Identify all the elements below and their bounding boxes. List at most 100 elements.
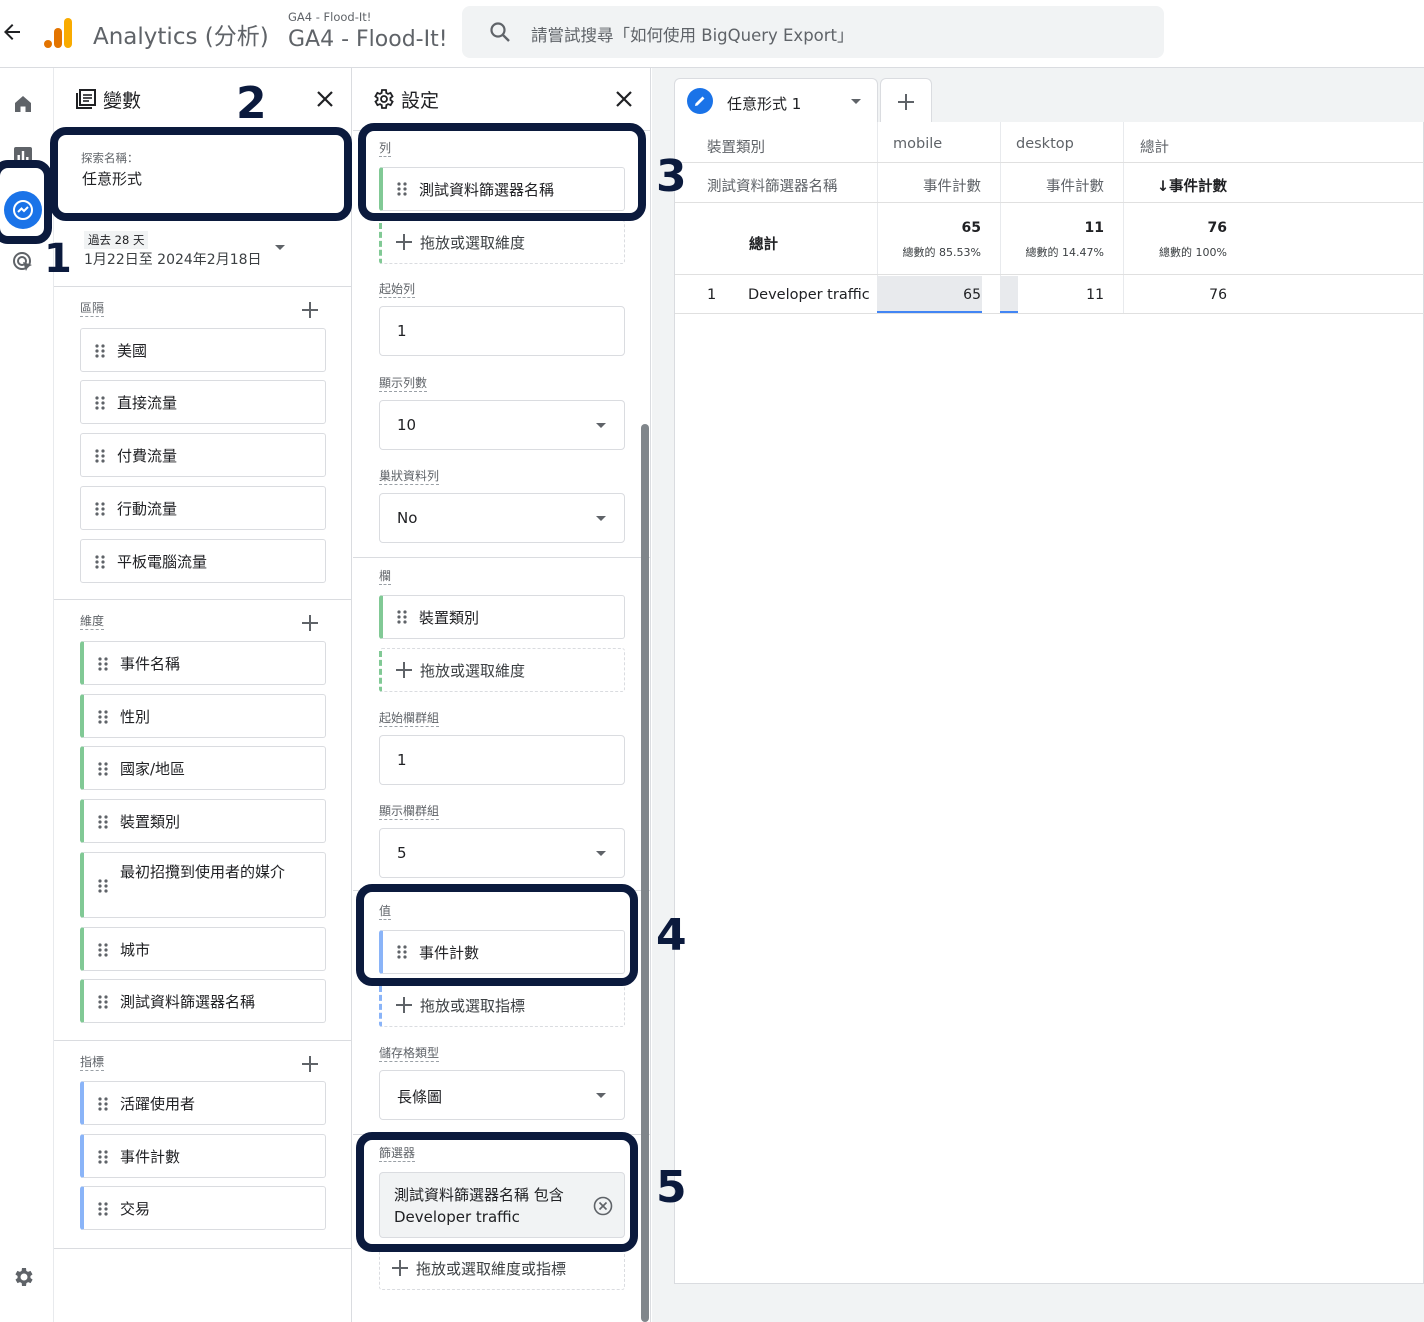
- settings-icon[interactable]: [11, 1265, 35, 1289]
- app-title[interactable]: Analytics (分析): [93, 17, 269, 51]
- segment-chip[interactable]: 直接流量: [80, 380, 326, 424]
- tab-technique-button[interactable]: [687, 88, 713, 114]
- drag-handle-icon[interactable]: [98, 815, 108, 829]
- close-icon[interactable]: [313, 87, 337, 111]
- filters-drop-zone[interactable]: 拖放或選取維度或指標: [379, 1246, 625, 1290]
- column-header-mobile[interactable]: mobile: [893, 136, 942, 152]
- chip-label: 測試資料篩選器名稱: [120, 993, 256, 1011]
- analytics-logo-icon[interactable]: [42, 16, 76, 50]
- metric-chip[interactable]: 事件計數: [80, 1134, 326, 1178]
- remove-filter-icon[interactable]: [592, 1195, 614, 1217]
- metrics-label: 指標: [80, 1055, 105, 1071]
- dimension-chip[interactable]: 事件名稱: [80, 641, 326, 685]
- dimension-chip[interactable]: 國家/地區: [80, 746, 326, 790]
- add-metric-icon[interactable]: [301, 1055, 319, 1073]
- show-col-groups-select[interactable]: 5: [379, 828, 625, 878]
- drag-handle-icon[interactable]: [98, 1202, 108, 1216]
- drag-handle-icon[interactable]: [98, 1097, 108, 1111]
- segment-chip[interactable]: 付費流量: [80, 433, 326, 477]
- variables-icon: [76, 89, 96, 109]
- filter-chip[interactable]: 測試資料篩選器名稱 包含 Developer traffic: [379, 1172, 625, 1238]
- drag-handle-icon[interactable]: [95, 449, 105, 463]
- drag-handle-icon[interactable]: [95, 502, 105, 516]
- row-dimension-header[interactable]: 測試資料篩選器名稱: [707, 175, 838, 196]
- explore-nav-button[interactable]: [4, 191, 42, 229]
- reports-icon[interactable]: [11, 144, 35, 168]
- columns-drop-zone[interactable]: 拖放或選取維度: [379, 648, 625, 692]
- metric-header[interactable]: 事件計數: [1046, 175, 1104, 196]
- column-header-total[interactable]: 總計: [1140, 136, 1169, 157]
- advertising-icon[interactable]: [11, 250, 35, 274]
- start-col-group-label: 起始欄群組: [379, 711, 440, 727]
- columns-dimension-chip[interactable]: 裝置類別: [379, 595, 625, 639]
- metric-header[interactable]: 事件計數: [923, 175, 981, 196]
- dimension-chip[interactable]: 性別: [80, 694, 326, 738]
- dimension-chip[interactable]: 裝置類別: [80, 799, 326, 843]
- cell-value: 65: [963, 287, 981, 303]
- rows-drop-zone[interactable]: 拖放或選取維度: [379, 220, 625, 264]
- metric-chip[interactable]: 活躍使用者: [80, 1081, 326, 1125]
- chevron-down-icon[interactable]: [851, 99, 861, 104]
- divider: [54, 1040, 352, 1041]
- row-divider: [675, 313, 1424, 314]
- divider: [353, 890, 651, 891]
- drag-handle-icon[interactable]: [95, 555, 105, 569]
- account-breadcrumb[interactable]: GA4 - Flood-It!: [288, 10, 371, 24]
- add-tab-button[interactable]: [880, 78, 932, 124]
- column-dimension-header[interactable]: 裝置類別: [707, 136, 765, 157]
- property-selector[interactable]: GA4 - Flood-It!: [288, 27, 448, 52]
- drag-handle-icon[interactable]: [98, 879, 108, 893]
- chip-label: 裝置類別: [419, 609, 480, 627]
- drag-handle-icon[interactable]: [95, 396, 105, 410]
- tab-freeform-1[interactable]: 任意形式 1: [674, 78, 878, 124]
- segment-chip[interactable]: 平板電腦流量: [80, 539, 326, 583]
- segment-chip[interactable]: 美國: [80, 328, 326, 372]
- start-row-input[interactable]: 1: [379, 306, 625, 356]
- nested-rows-select[interactable]: No: [379, 493, 625, 543]
- add-dimension-icon[interactable]: [301, 614, 319, 632]
- tab-label: 任意形式 1: [727, 95, 802, 113]
- dimension-chip[interactable]: 測試資料篩選器名稱: [80, 979, 326, 1023]
- start-col-group-input[interactable]: 1: [379, 735, 625, 785]
- total-value: 11: [1084, 220, 1104, 236]
- drop-zone-label: 拖放或選取指標: [420, 997, 526, 1015]
- show-rows-select[interactable]: 10: [379, 400, 625, 450]
- drag-handle-icon[interactable]: [98, 943, 108, 957]
- annotation-number-4: 4: [656, 910, 687, 961]
- rows-dimension-chip[interactable]: 測試資料篩選器名稱: [379, 167, 625, 211]
- drag-handle-icon[interactable]: [98, 1150, 108, 1164]
- dimension-chip[interactable]: 城市: [80, 927, 326, 971]
- home-icon[interactable]: [11, 92, 35, 116]
- chevron-down-icon[interactable]: [275, 245, 285, 250]
- drag-handle-icon[interactable]: [397, 610, 407, 624]
- drag-handle-icon[interactable]: [95, 344, 105, 358]
- segment-chip[interactable]: 行動流量: [80, 486, 326, 530]
- date-range[interactable]: 1月22日至 2024年2月18日: [84, 249, 262, 269]
- drag-handle-icon[interactable]: [98, 762, 108, 776]
- drag-handle-icon[interactable]: [98, 657, 108, 671]
- dimension-chip[interactable]: 最初招攬到使用者的媒介: [80, 852, 326, 918]
- values-drop-zone[interactable]: 拖放或選取指標: [379, 983, 625, 1027]
- drag-handle-icon[interactable]: [397, 182, 407, 196]
- cell-type-select[interactable]: 長條圖: [379, 1070, 625, 1120]
- metric-header-sorted[interactable]: ↓事件計數: [1157, 175, 1227, 196]
- drag-handle-icon[interactable]: [98, 710, 108, 724]
- date-preset[interactable]: 過去 28 天: [84, 231, 149, 249]
- exploration-name-input[interactable]: 任意形式: [82, 168, 142, 189]
- drag-handle-icon[interactable]: [397, 945, 407, 959]
- settings-scrollbar[interactable]: [641, 424, 649, 1322]
- add-segment-icon[interactable]: [301, 301, 319, 319]
- total-value: 76: [1207, 220, 1227, 236]
- row-dimension-value[interactable]: Developer traffic: [748, 287, 870, 303]
- back-arrow-icon[interactable]: [0, 20, 24, 44]
- close-icon[interactable]: [612, 87, 636, 111]
- exploration-canvas: 任意形式 1 裝置類別 mobile desktop 總計 測試資料篩選器名稱 …: [652, 68, 1424, 1322]
- dimensions-label: 維度: [80, 614, 105, 630]
- search-bar[interactable]: 請嘗試搜尋「如何使用 BigQuery Export」: [462, 6, 1164, 58]
- column-header-desktop[interactable]: desktop: [1016, 136, 1074, 152]
- metric-chip[interactable]: 交易: [80, 1186, 326, 1230]
- drop-zone-label: 拖放或選取維度或指標: [416, 1260, 567, 1278]
- search-input[interactable]: 請嘗試搜尋「如何使用 BigQuery Export」: [531, 22, 854, 46]
- values-metric-chip[interactable]: 事件計數: [379, 930, 625, 974]
- drag-handle-icon[interactable]: [98, 995, 108, 1009]
